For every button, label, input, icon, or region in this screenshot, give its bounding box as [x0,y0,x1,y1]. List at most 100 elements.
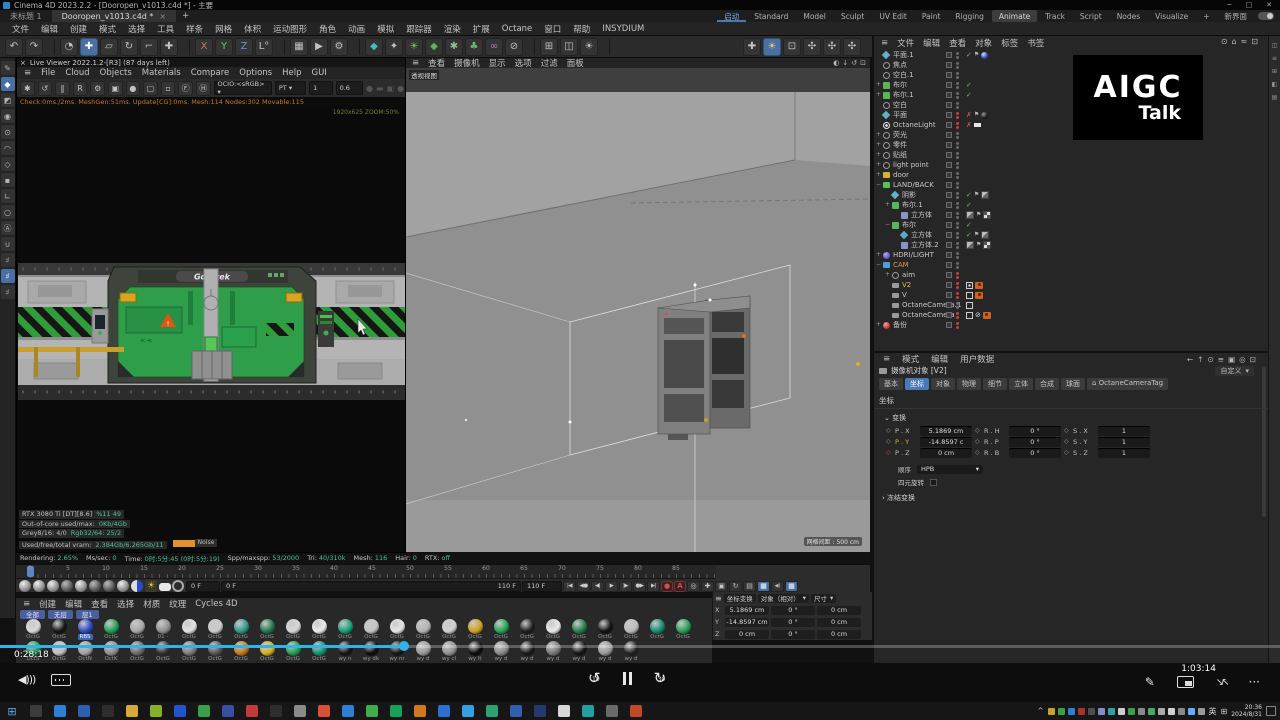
taskbar-app-12[interactable] [318,705,330,717]
taskbar-app-0[interactable] [30,705,42,717]
tray-icon-6[interactable] [1108,708,1115,715]
key-diamond-icon[interactable]: ◇ [1064,449,1070,456]
object-row-0[interactable]: 平面.1✓⚑ [874,50,1270,60]
dot2-icon[interactable]: ● [397,84,404,93]
am-menu-2[interactable]: 用户数据 [954,353,1000,365]
redo-icon[interactable]: ↷ [25,38,43,56]
enable-checkbox[interactable] [946,322,952,328]
viewport-dot[interactable] [956,242,959,245]
object-row-13[interactable]: −LAND/BACK [874,180,1270,190]
grid-array-icon[interactable]: ⊞ [540,38,558,56]
vp-burger-icon[interactable]: ≡ [408,58,423,68]
mm-menu-1[interactable]: 编辑 [61,598,86,610]
render-view-icon[interactable]: ▦ [290,38,308,56]
object-row-24[interactable]: V [874,290,1270,300]
lv-menu-7[interactable]: GUI [307,68,330,78]
octane-camera-tag[interactable] [975,282,983,289]
close-button[interactable]: ✕ [1266,1,1272,9]
shading-sphere-icon-8[interactable] [131,580,143,592]
ocio-dropdown[interactable]: OCIO:<sRGB> ▾ [214,81,272,95]
material-item-1-7[interactable]: OctG [202,619,228,641]
viewport-dot[interactable] [956,292,959,295]
octane-scatter-icon[interactable]: ♣ [465,38,483,56]
snap-on-icon[interactable]: ♯ [1,269,15,283]
om-menu-5[interactable]: 书签 [1023,37,1048,49]
object-row-8[interactable]: +荧光 [874,130,1270,140]
taskbar-app-25[interactable] [630,705,642,717]
render-canvas[interactable]: 1920x625 ZOOM:50% [17,107,405,518]
render-settings-icon[interactable]: ⚙ [330,38,348,56]
lv-menu-5[interactable]: Options [235,68,276,78]
compositing-tag[interactable]: ⚑ [976,210,981,220]
taskbar-app-14[interactable] [366,705,378,717]
object-label[interactable]: door [893,170,909,180]
visibility-dots[interactable] [956,122,959,129]
taskbar-app-18[interactable] [462,705,474,717]
position-field[interactable]: 0 cm [725,630,769,639]
uvw-tag[interactable] [983,241,991,249]
region-render-icon[interactable]: R [73,81,88,96]
object-label[interactable]: HDRI/LIGHT [893,250,934,260]
doc-tab-0[interactable]: 未标题 1 [0,10,52,22]
material-item-1-0[interactable]: OctG [20,619,46,641]
size-field[interactable]: 0 cm [817,618,861,627]
main-menu-1[interactable]: 编辑 [35,23,64,35]
render-dot[interactable] [956,196,959,199]
key-diamond-icon[interactable]: ◇ [886,449,892,456]
render-dot[interactable] [956,76,959,79]
lv-menu-1[interactable]: Cloud [61,68,93,78]
frame-range-slider[interactable]: 0 F110 F [221,581,521,592]
polygons-mode-icon[interactable]: ◇ [1,157,15,171]
attr-tab-8[interactable]: ⌂ OctaneCameraTag [1087,378,1168,390]
enable-checkbox[interactable] [946,242,952,248]
uvw-tag[interactable] [983,211,991,219]
taskbar-app-15[interactable] [390,705,402,717]
object-row-4[interactable]: +布尔.1✓ [874,90,1270,100]
value-field[interactable]: 0 ° [1009,437,1061,447]
snap-off-icon[interactable]: ♯ [1,253,15,267]
goto-end-button[interactable]: ▶| [647,581,660,592]
layout-tab-nodes[interactable]: Nodes [1110,10,1147,22]
taskbar-app-19[interactable] [486,705,498,717]
render-picture-viewer-icon[interactable]: ▶ [310,38,328,56]
render-dot[interactable] [956,166,959,169]
tray-icon-10[interactable] [1148,708,1155,715]
viewport-dot[interactable] [956,222,959,225]
object-label[interactable]: 平面.1 [893,50,914,60]
taskbar-app-3[interactable] [102,705,114,717]
main-menu-8[interactable]: 体积 [238,23,267,35]
material-item-1-8[interactable]: OctG [228,619,254,641]
object-label[interactable]: 备份 [893,320,907,330]
object-label[interactable]: 布尔.1 [902,200,923,210]
rotation-field[interactable]: 0 ° [771,618,815,627]
points-mode-icon[interactable]: ⊙ [1,125,15,139]
taskbar-app-8[interactable] [222,705,234,717]
preset-dropdown[interactable]: 自定义▾ [1215,366,1254,376]
tray-icon-9[interactable] [1138,708,1145,715]
gamma-field[interactable]: 0.6 [336,81,363,95]
position-field[interactable]: -14.8597 cm [725,618,769,627]
lv-menu-6[interactable]: Help [278,68,305,78]
enable-checkbox[interactable] [946,112,952,118]
material-item-1-19[interactable]: OctG [514,619,540,641]
render-dot[interactable] [956,216,959,219]
layout-tab-启动[interactable]: 启动 [717,10,746,22]
object-label[interactable]: 贴纸 [893,150,907,160]
convert-tool-icon[interactable]: ✎ [1,61,15,75]
size-field[interactable]: 0 cm [817,606,861,615]
maximize-button[interactable]: □ [1246,1,1253,9]
filter-icon[interactable]: ≡ [1218,355,1224,364]
filter-icon[interactable]: ≈ [1241,37,1248,46]
main-menu-11[interactable]: 动画 [342,23,371,35]
mm-menu-6[interactable]: Cycles 4D [191,599,241,609]
end-frame-field[interactable]: 110 F [522,581,562,592]
render-tag[interactable]: ✓ [966,200,972,210]
material-item-1-9[interactable]: OctG [254,619,280,641]
viewport-dot[interactable] [956,182,959,185]
main-menu-0[interactable]: 文件 [6,23,35,35]
visibility-dots[interactable] [956,192,959,199]
mm-menu-0[interactable]: 创建 [35,598,60,610]
compositing-tag[interactable]: ⚑ [974,230,979,240]
quaternion-checkbox[interactable] [930,479,937,486]
current-frame-field[interactable]: 0 F [186,581,220,592]
